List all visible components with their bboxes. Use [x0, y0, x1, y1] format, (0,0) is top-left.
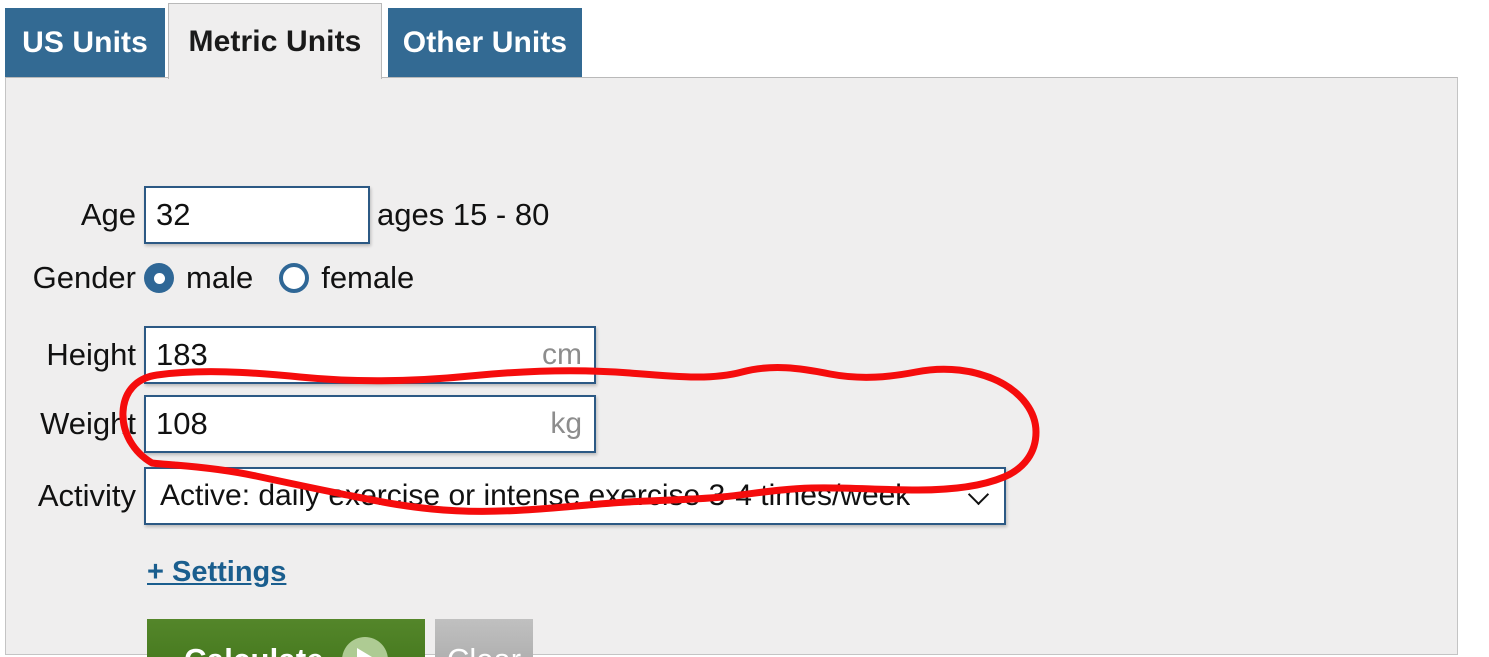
height-field[interactable]: cm — [144, 326, 596, 384]
age-hint: ages 15 - 80 — [377, 197, 550, 232]
chevron-down-icon — [970, 485, 988, 503]
weight-row: Weight kg — [14, 395, 596, 453]
calculate-button[interactable]: Calculate — [147, 619, 425, 657]
gender-option-male[interactable]: male — [144, 260, 253, 296]
age-field[interactable] — [144, 186, 370, 244]
age-row: Age ages 15 - 80 — [14, 186, 549, 244]
calculate-button-label: Calculate — [184, 642, 324, 657]
metric-units-form-panel: Age ages 15 - 80 Gender male female — [5, 77, 1458, 657]
height-label: Height — [46, 337, 136, 372]
activity-select[interactable]: Active: daily exercise or intense exerci… — [144, 467, 1006, 525]
radio-male-icon[interactable] — [144, 263, 174, 293]
radio-female-icon[interactable] — [279, 263, 310, 293]
clear-button[interactable]: Clear — [435, 619, 533, 657]
gender-label: Gender — [32, 260, 136, 295]
form-actions: Calculate Clear — [147, 619, 533, 657]
tab-metric-units[interactable]: Metric Units — [168, 3, 382, 79]
unit-tabs: US Units Metric Units Other Units — [0, 0, 1489, 79]
weight-field[interactable]: kg — [144, 395, 596, 453]
calculator-screen: US Units Metric Units Other Units Age ag… — [0, 0, 1489, 657]
height-row: Height cm — [14, 326, 596, 384]
activity-label: Activity — [37, 478, 136, 513]
age-label: Age — [80, 197, 136, 232]
settings-toggle-link[interactable]: + Settings — [147, 556, 286, 589]
age-input[interactable] — [146, 188, 368, 242]
tab-us-units[interactable]: US Units — [5, 8, 165, 78]
tab-other-units-label: Other Units — [402, 26, 568, 59]
weight-label: Weight — [40, 406, 136, 441]
tab-metric-units-label: Metric Units — [188, 24, 362, 58]
gender-option-male-label: male — [186, 260, 254, 295]
tab-other-units[interactable]: Other Units — [388, 8, 582, 78]
gender-radio-group: male female — [144, 260, 440, 296]
activity-select-value: Active: daily exercise or intense exerci… — [160, 479, 911, 512]
gender-option-female-label: female — [321, 260, 415, 295]
activity-row: Activity Active: daily exercise or inten… — [14, 467, 1006, 525]
weight-input[interactable] — [146, 397, 594, 451]
gender-option-female[interactable]: female — [279, 260, 414, 296]
gender-row: Gender male female — [14, 260, 440, 296]
tab-us-units-label: US Units — [22, 26, 148, 59]
play-circle-icon — [341, 637, 388, 657]
height-input[interactable] — [146, 328, 594, 382]
